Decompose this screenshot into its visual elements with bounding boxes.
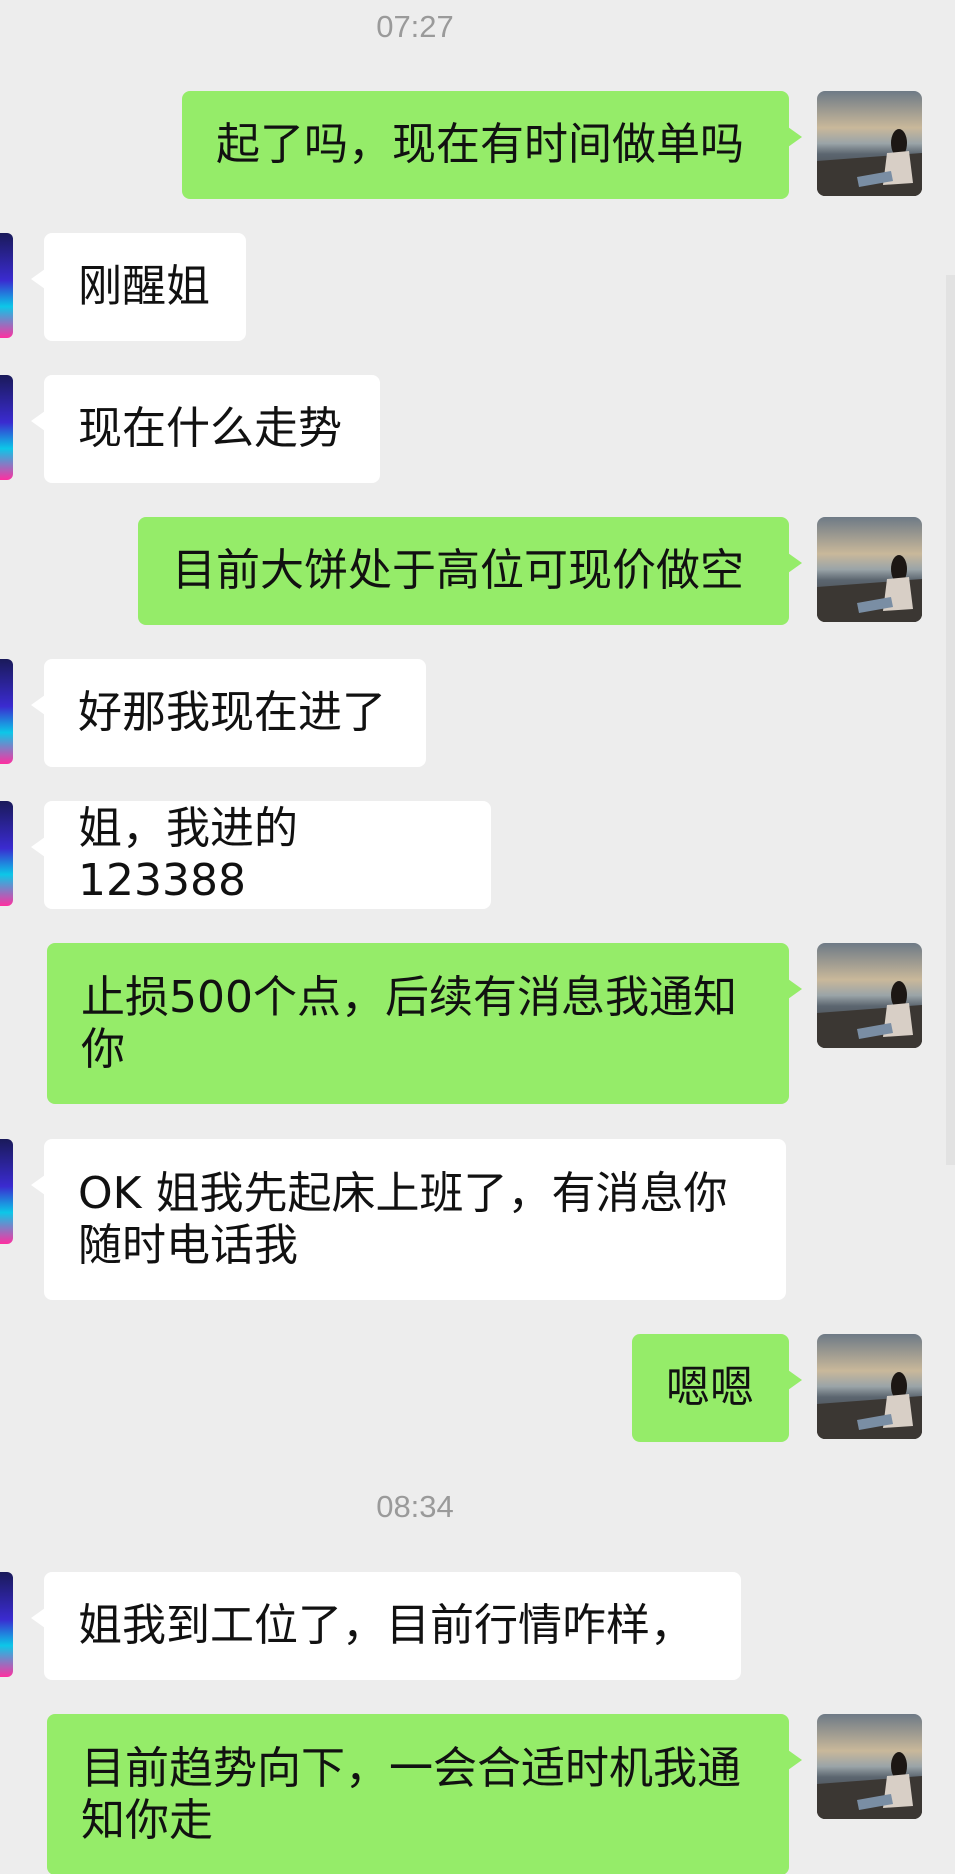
message-text: 姐，我进的123388 — [78, 803, 298, 906]
bubble-tail — [31, 1175, 45, 1195]
message-text: 止损500个点，后续有消息我通知你 — [81, 971, 737, 1075]
my-avatar[interactable] — [817, 1714, 922, 1819]
contact-avatar[interactable] — [0, 801, 13, 906]
contact-avatar[interactable] — [0, 233, 13, 338]
contact-avatar[interactable] — [0, 1139, 13, 1244]
message-bubble-incoming[interactable]: 姐我到工位了，目前行情咋样， — [31, 1572, 741, 1680]
contact-avatar-image — [0, 1139, 13, 1244]
bubble-tail — [31, 411, 45, 431]
message-bubble-incoming[interactable]: 好那我现在进了 — [31, 659, 426, 767]
message-bubble-incoming[interactable]: 姐，我进的123388 — [31, 801, 491, 909]
message-text: 嗯嗯 — [666, 1362, 754, 1413]
bubble-tail — [788, 127, 802, 147]
bubble-tail — [31, 1608, 45, 1628]
contact-avatar-image — [0, 233, 13, 338]
contact-avatar[interactable] — [0, 659, 13, 764]
my-avatar[interactable] — [817, 517, 922, 622]
bubble-tail — [788, 1370, 802, 1390]
message-bubble-incoming[interactable]: 刚醒姐 — [31, 233, 246, 341]
message-text: 好那我现在进了 — [78, 687, 386, 738]
message-bubble-incoming[interactable]: 现在什么走势 — [31, 375, 380, 483]
message-bubble-outgoing[interactable]: 目前趋势向下，一会合适时机我通知你走 — [47, 1714, 802, 1874]
bubble-tail — [31, 695, 45, 715]
bubble-tail — [788, 979, 802, 999]
message-text: 目前大饼处于高位可现价做空 — [172, 545, 744, 596]
my-avatar[interactable] — [817, 1334, 922, 1439]
contact-avatar-image — [0, 375, 13, 480]
chat-window[interactable]: 07:27 起了吗，现在有时间做单吗 刚醒姐 现在什么走势 目前大饼处于高位可现… — [0, 0, 955, 1874]
message-bubble-outgoing[interactable]: 目前大饼处于高位可现价做空 — [138, 517, 802, 625]
message-bubble-outgoing[interactable]: 嗯嗯 — [632, 1334, 802, 1442]
my-avatar-image — [817, 943, 922, 1048]
contact-avatar[interactable] — [0, 1572, 13, 1677]
message-bubble-outgoing[interactable]: 起了吗，现在有时间做单吗 — [182, 91, 802, 199]
contact-avatar-image — [0, 659, 13, 764]
contact-avatar-image — [0, 801, 13, 906]
message-text: 目前趋势向下，一会合适时机我通知你走 — [81, 1742, 741, 1846]
message-bubble-outgoing[interactable]: 止损500个点，后续有消息我通知你 — [47, 943, 802, 1104]
my-avatar[interactable] — [817, 91, 922, 196]
bubble-tail — [31, 269, 45, 289]
contact-avatar-image — [0, 1572, 13, 1677]
message-text: OK 姐我先起床上班了，有消息你随时电话我 — [78, 1167, 728, 1271]
scrollbar[interactable] — [946, 275, 955, 1165]
my-avatar-image — [817, 1714, 922, 1819]
my-avatar-image — [817, 1334, 922, 1439]
my-avatar[interactable] — [817, 943, 922, 1048]
my-avatar-image — [817, 517, 922, 622]
message-text: 现在什么走势 — [78, 403, 342, 454]
message-text: 起了吗，现在有时间做单吗 — [216, 119, 744, 170]
message-text: 刚醒姐 — [78, 261, 210, 312]
bubble-tail — [788, 1750, 802, 1770]
my-avatar-image — [817, 91, 922, 196]
timestamp: 07:27 — [376, 9, 454, 44]
message-text: 姐我到工位了，目前行情咋样， — [78, 1600, 694, 1651]
bubble-tail — [31, 837, 45, 857]
timestamp: 08:34 — [376, 1489, 454, 1524]
message-bubble-incoming[interactable]: OK 姐我先起床上班了，有消息你随时电话我 — [31, 1139, 786, 1300]
bubble-tail — [788, 553, 802, 573]
contact-avatar[interactable] — [0, 375, 13, 480]
